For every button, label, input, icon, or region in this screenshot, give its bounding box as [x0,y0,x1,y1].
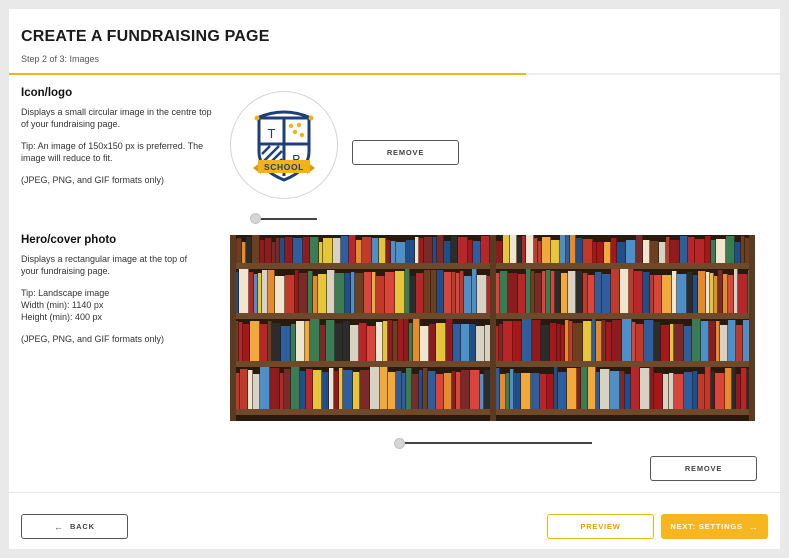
remove-hero-label: REMOVE [684,464,723,473]
icon-logo-tip: Tip: An image of 150x150 px is preferred… [21,141,204,163]
crest-banner-text: SCHOOL [264,162,304,172]
hero-photo-tip: Tip: Landscape image [21,288,110,298]
icon-logo-description-block: Displays a small circular image in the c… [21,106,216,196]
back-label: BACK [69,522,95,531]
fundraising-page-card: CREATE A FUNDRAISING PAGE Step 2 of 3: I… [9,9,780,549]
hero-photo-description-block: Displays a rectangular image at the top … [21,253,206,355]
arrow-right-icon: → [748,521,759,532]
hero-zoom-slider[interactable] [400,442,592,444]
next-label: NEXT: SETTINGS [670,522,743,531]
arrow-left-icon: ← [54,521,64,532]
hero-photo-preview [230,235,755,421]
icon-logo-description: Displays a small circular image in the c… [21,107,212,129]
remove-hero-button[interactable]: REMOVE [650,456,757,481]
progress-bar-fill [9,73,526,75]
next-settings-button[interactable]: NEXT: SETTINGS → [661,514,768,539]
hero-photo-formats: (JPEG, PNG, and GIF formats only) [21,334,165,344]
icon-logo-heading: Icon/logo [21,87,73,99]
remove-logo-button[interactable]: REMOVE [352,140,459,165]
hero-photo-min-width: Width (min): 1140 px [21,300,104,310]
logo-zoom-slider-handle[interactable] [250,213,261,224]
school-crest-logo: T B SCHOOL [253,110,315,182]
hero-photo-description: Displays a rectangular image at the top … [21,254,188,276]
page-title: CREATE A FUNDRAISING PAGE [21,28,270,45]
back-button[interactable]: ← BACK [21,514,128,539]
hero-photo-min-height: Height (min): 400 px [21,312,103,322]
hero-photo-heading: Hero/cover photo [21,234,117,246]
footer-divider [9,492,780,493]
progress-bar [9,73,780,75]
hero-zoom-slider-handle[interactable] [394,438,405,449]
step-indicator: Step 2 of 3: Images [21,54,100,64]
bookshelf-image [230,235,755,421]
logo-preview: T B SCHOOL [230,91,338,199]
remove-logo-label: REMOVE [386,148,425,157]
icon-logo-formats: (JPEG, PNG, and GIF formats only) [21,175,165,185]
preview-button[interactable]: PREVIEW [547,514,654,539]
logo-zoom-slider[interactable] [255,218,317,220]
crest-letter-t: T [268,126,276,141]
preview-label: PREVIEW [580,522,621,531]
